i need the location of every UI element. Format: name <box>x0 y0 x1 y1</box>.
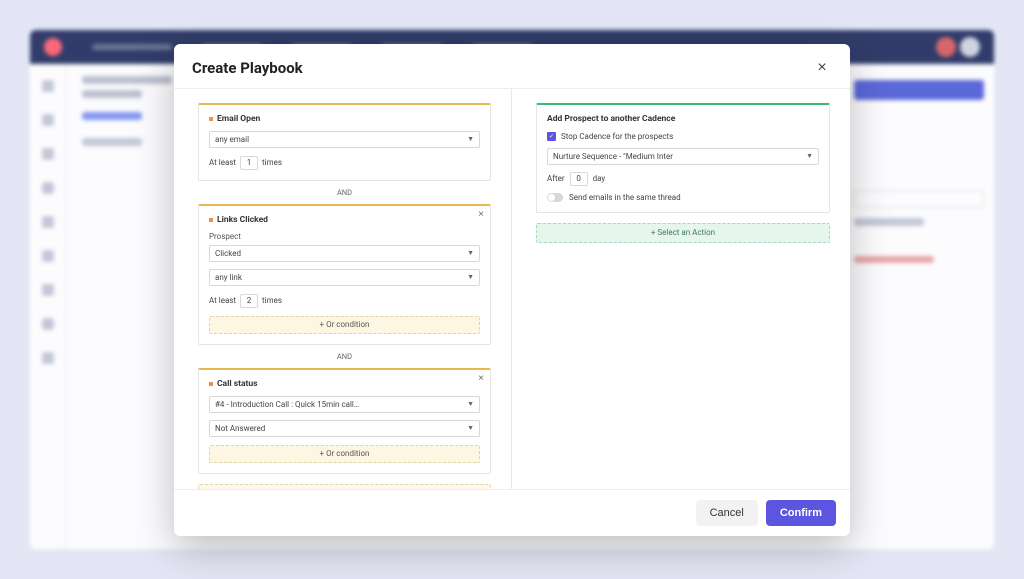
conditions-column[interactable]: Email Open any email ▼ At least 1 times … <box>174 89 512 489</box>
link-dropdown[interactable]: any link ▼ <box>209 269 480 286</box>
prospect-label: Prospect <box>209 232 480 241</box>
condition-links-clicked: × Links Clicked Prospect Clicked ▼ any l… <box>198 204 491 345</box>
after-delay-row: After 0 day <box>547 172 819 186</box>
add-condition-button[interactable]: + Add a condition <box>198 484 491 489</box>
or-condition-button[interactable]: + Or condition <box>209 316 480 334</box>
chevron-down-icon: ▼ <box>467 424 474 432</box>
same-thread-label: Send emails in the same thread <box>569 193 681 202</box>
modal-overlay: Create Playbook × Email Open any email ▼ <box>0 0 1024 579</box>
confirm-button[interactable]: Confirm <box>766 500 836 526</box>
modal-body: Email Open any email ▼ At least 1 times … <box>174 89 850 489</box>
at-least-input[interactable]: 1 <box>240 156 258 170</box>
dropdown-value: Not Answered <box>215 424 265 433</box>
after-value-input[interactable]: 0 <box>570 172 588 186</box>
times-label: times <box>262 158 282 167</box>
cancel-button[interactable]: Cancel <box>696 500 758 526</box>
chevron-down-icon: ▼ <box>467 135 474 143</box>
clicked-dropdown[interactable]: Clicked ▼ <box>209 245 480 262</box>
same-thread-row: Send emails in the same thread <box>547 193 819 202</box>
times-label: times <box>262 296 282 305</box>
modal-footer: Cancel Confirm <box>174 489 850 536</box>
modal-title: Create Playbook <box>192 59 303 77</box>
after-label: After <box>547 174 565 183</box>
stop-cadence-label: Stop Cadence for the prospects <box>561 132 673 141</box>
email-open-dropdown[interactable]: any email ▼ <box>209 131 480 148</box>
actions-column: Add Prospect to another Cadence ✓ Stop C… <box>512 89 850 489</box>
chevron-down-icon: ▼ <box>806 152 813 160</box>
chevron-down-icon: ▼ <box>467 273 474 281</box>
dropdown-value: #4 - Introduction Call : Quick 15min cal… <box>215 400 359 409</box>
remove-condition-button[interactable]: × <box>478 373 484 384</box>
close-button[interactable]: × <box>812 58 832 78</box>
call-status-dropdown[interactable]: Not Answered ▼ <box>209 420 480 437</box>
at-least-row: At least 1 times <box>209 156 480 170</box>
at-least-label: At least <box>209 158 236 167</box>
condition-title: Call status <box>209 379 480 389</box>
or-condition-button[interactable]: + Or condition <box>209 445 480 463</box>
condition-title-text: Call status <box>217 379 258 389</box>
condition-title-text: Links Clicked <box>217 215 268 225</box>
create-playbook-modal: Create Playbook × Email Open any email ▼ <box>174 44 850 536</box>
action-add-prospect-cadence: Add Prospect to another Cadence ✓ Stop C… <box>536 103 830 213</box>
same-thread-toggle[interactable] <box>547 193 563 202</box>
dropdown-value: any email <box>215 135 249 144</box>
action-title: Add Prospect to another Cadence <box>547 114 819 124</box>
after-unit: day <box>593 174 606 183</box>
stop-cadence-row[interactable]: ✓ Stop Cadence for the prospects <box>547 132 819 141</box>
condition-title-text: Email Open <box>217 114 260 124</box>
condition-title: Email Open <box>209 114 480 124</box>
chevron-down-icon: ▼ <box>467 400 474 408</box>
cadence-sequence-dropdown[interactable]: Nurture Sequence - "Medium Inter ▼ <box>547 148 819 165</box>
select-action-button[interactable]: + Select an Action <box>536 223 830 243</box>
and-separator: AND <box>198 181 491 204</box>
bullet-icon <box>209 117 213 121</box>
dropdown-value: Clicked <box>215 249 241 258</box>
condition-email-open: Email Open any email ▼ At least 1 times <box>198 103 491 181</box>
at-least-input[interactable]: 2 <box>240 294 258 308</box>
bullet-icon <box>209 218 213 222</box>
call-step-dropdown[interactable]: #4 - Introduction Call : Quick 15min cal… <box>209 396 480 413</box>
bullet-icon <box>209 382 213 386</box>
modal-header: Create Playbook × <box>174 44 850 89</box>
chevron-down-icon: ▼ <box>467 249 474 257</box>
condition-title: Links Clicked <box>209 215 480 225</box>
at-least-label: At least <box>209 296 236 305</box>
remove-condition-button[interactable]: × <box>478 209 484 220</box>
dropdown-value: any link <box>215 273 242 282</box>
at-least-row: At least 2 times <box>209 294 480 308</box>
stop-cadence-checkbox[interactable]: ✓ <box>547 132 556 141</box>
and-separator: AND <box>198 345 491 368</box>
condition-call-status: × Call status #4 - Introduction Call : Q… <box>198 368 491 474</box>
dropdown-value: Nurture Sequence - "Medium Inter <box>553 152 673 161</box>
